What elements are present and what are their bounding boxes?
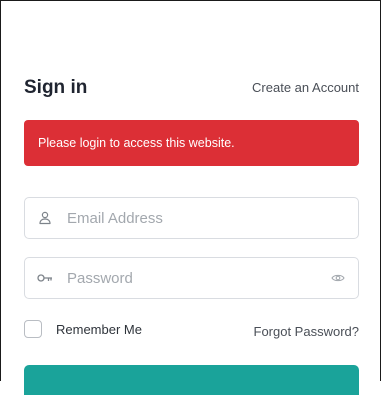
email-field[interactable] <box>24 197 359 239</box>
password-input[interactable] <box>67 258 327 298</box>
email-input[interactable] <box>67 198 327 238</box>
sign-in-button[interactable] <box>24 365 359 395</box>
remember-me: Remember Me <box>24 320 142 338</box>
error-alert: Please login to access this website. <box>24 120 359 166</box>
remember-label: Remember Me <box>56 321 142 337</box>
remember-checkbox[interactable] <box>24 320 42 338</box>
password-field[interactable] <box>24 257 359 299</box>
page-title: Sign in <box>24 77 88 98</box>
alert-message: Please login to access this website. <box>38 136 235 150</box>
forgot-password-link[interactable]: Forgot Password? <box>254 324 360 339</box>
create-account-link[interactable]: Create an Account <box>252 80 359 95</box>
